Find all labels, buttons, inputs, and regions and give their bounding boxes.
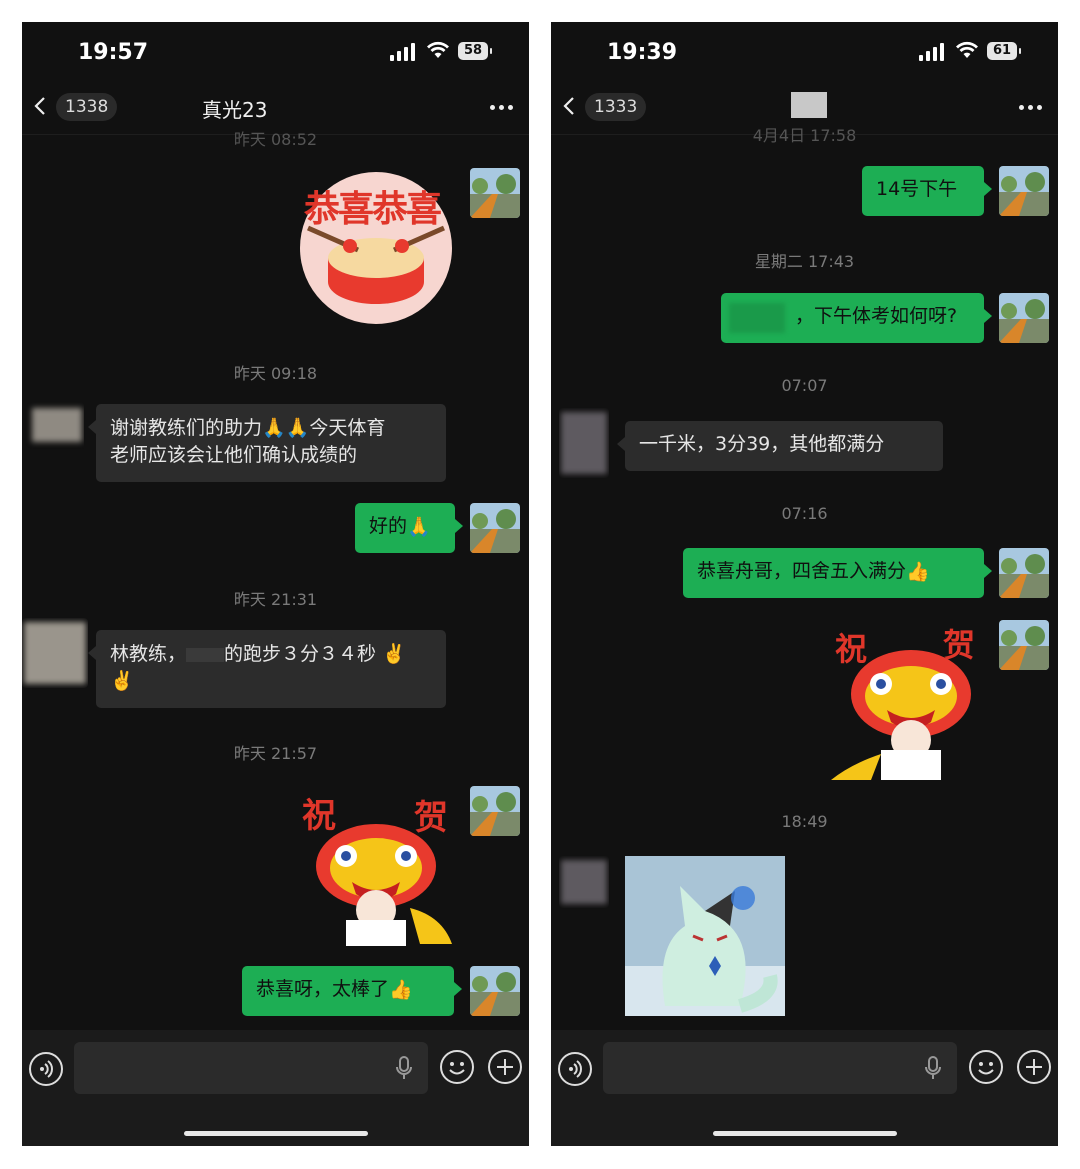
timestamp: 18:49 [781,812,828,831]
plus-icon[interactable] [1017,1050,1051,1084]
battery-icon: 58 [458,42,492,60]
message-input[interactable] [603,1042,957,1094]
thumbs-up-emoji: 👍 [389,978,413,1001]
more-icon[interactable] [486,105,513,110]
timestamp: 昨天 21:31 [233,590,318,609]
wifi-icon [427,41,449,58]
home-indicator [184,1131,368,1136]
chat-title: 真光23 [202,98,268,122]
right-phone-screen: 19:39 61 1333 4月4日 17:58 14号下午 星期二 17:43… [551,22,1058,1146]
clap-emoji: 🙏🙏 [262,417,310,439]
plus-icon[interactable] [488,1050,522,1084]
message-bubble[interactable]: 恭喜呀，太棒了👍 [242,966,462,1016]
message-bubble[interactable]: 谢谢教练们的助力🙏🙏今天体育 老师应该会让他们确认成绩的 [88,404,446,482]
message-bubble[interactable]: 一千米，3分39，其他都满分 [617,421,943,471]
clap-emoji: 🙏 [407,515,431,538]
avatar[interactable] [470,966,520,1016]
status-time: 19:39 [607,40,678,65]
avatar[interactable] [559,856,609,908]
congrats-drum-sticker[interactable]: 恭喜恭喜 [298,170,454,326]
message-bubble[interactable]: 恭喜舟哥，四舍五入满分👍 [683,548,992,598]
more-icon[interactable] [1015,105,1042,110]
avatar[interactable] [999,620,1049,670]
timestamp: 昨天 09:18 [233,364,318,383]
victory-emoji: ✌️ [382,643,406,665]
redacted-name [729,303,785,333]
home-indicator [713,1131,897,1136]
timestamp: 昨天 21:57 [233,744,318,763]
signal-icon [919,43,947,61]
smile-icon[interactable] [440,1050,474,1084]
avatar[interactable] [26,402,84,464]
cat-character-image[interactable] [625,856,785,1016]
back-unread-count[interactable]: 1338 [56,93,118,121]
avatar[interactable] [470,503,520,553]
voice-icon[interactable] [29,1052,63,1086]
message-bubble[interactable]: 好的🙏 [355,503,463,553]
lion-dance-sticker[interactable]: 祝 贺 [831,620,987,782]
redacted-name [186,647,225,662]
battery-icon: 61 [987,42,1021,60]
status-time: 19:57 [78,40,149,65]
victory-emoji: ✌️ [110,670,134,692]
chat-input-bar [22,1030,529,1146]
chevron-left-icon[interactable] [34,96,46,116]
wifi-icon [956,41,978,58]
signal-icon [390,43,418,61]
mic-icon[interactable] [925,1056,941,1080]
message-bubble[interactable]: 14号下午 [862,166,992,216]
status-bar: 19:57 58 [22,22,529,84]
back-unread-count[interactable]: 1333 [585,93,647,121]
avatar[interactable] [22,618,88,688]
message-bubble[interactable]: ，下午体考如何呀? [721,293,992,343]
timestamp: 07:07 [781,376,828,395]
mic-icon[interactable] [396,1056,412,1080]
avatar[interactable] [999,293,1049,343]
avatar[interactable] [559,408,609,478]
avatar[interactable] [470,168,520,218]
timestamp: 昨天 08:52 [233,130,318,149]
timestamp: 07:16 [781,504,828,523]
thumbs-up-emoji: 👍 [906,560,930,583]
chevron-left-icon[interactable] [563,96,575,116]
status-bar: 19:39 61 [551,22,1058,84]
avatar[interactable] [999,548,1049,598]
voice-icon[interactable] [558,1052,592,1086]
sticker-text: 恭喜恭喜 [304,189,442,230]
avatar[interactable] [999,166,1049,216]
lion-dance-sticker[interactable]: 祝 贺 [302,786,458,946]
left-phone-screen: 19:57 58 1338 真光23 昨天 08:52 恭喜恭喜 昨天 09:1… [22,22,529,1146]
chat-input-bar [551,1030,1058,1146]
redacted-chat-title [791,92,827,118]
avatar[interactable] [470,786,520,836]
message-bubble[interactable]: 林教练， 的跑步３分３４秒 ✌️ ✌️ [88,630,446,708]
timestamp: 星期二 17:43 [754,252,855,271]
message-input[interactable] [74,1042,428,1094]
smile-icon[interactable] [969,1050,1003,1084]
timestamp: 4月4日 17:58 [752,126,857,145]
